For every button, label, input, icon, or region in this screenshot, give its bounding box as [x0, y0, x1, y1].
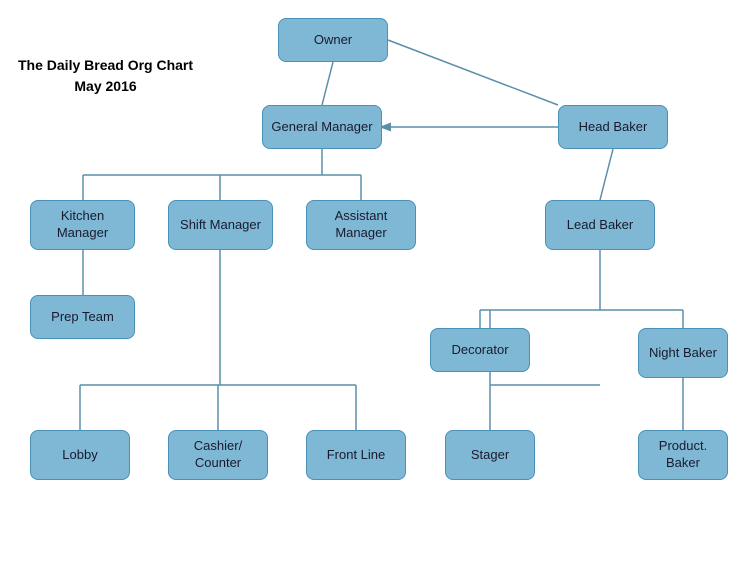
node-front-line: Front Line: [306, 430, 406, 480]
node-assistant-manager: Assistant Manager: [306, 200, 416, 250]
chart-title: The Daily Bread Org Chart May 2016: [18, 55, 193, 97]
chart-container: The Daily Bread Org Chart May 2016: [0, 0, 752, 565]
node-owner: Owner: [278, 18, 388, 62]
node-product-baker: Product. Baker: [638, 430, 728, 480]
node-head-baker: Head Baker: [558, 105, 668, 149]
node-lead-baker: Lead Baker: [545, 200, 655, 250]
node-night-baker: Night Baker: [638, 328, 728, 378]
node-cashier-counter: Cashier/ Counter: [168, 430, 268, 480]
node-stager: Stager: [445, 430, 535, 480]
node-shift-manager: Shift Manager: [168, 200, 273, 250]
node-kitchen-manager: Kitchen Manager: [30, 200, 135, 250]
node-prep-team: Prep Team: [30, 295, 135, 339]
node-general-manager: General Manager: [262, 105, 382, 149]
node-decorator: Decorator: [430, 328, 530, 372]
node-lobby: Lobby: [30, 430, 130, 480]
